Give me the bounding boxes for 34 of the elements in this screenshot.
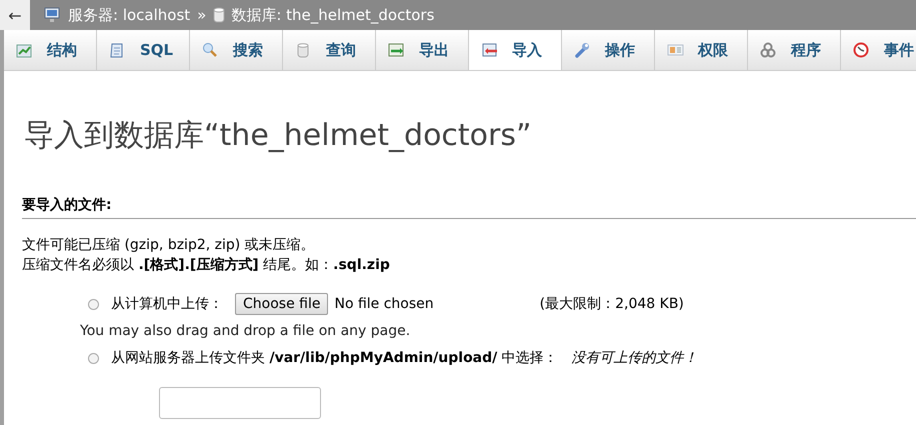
server-icon	[44, 7, 62, 23]
tab[interactable]: 导出	[376, 30, 469, 70]
magnifier-icon	[202, 42, 219, 58]
radio-button[interactable]	[88, 352, 99, 364]
server-link[interactable]: 服务器: localhost	[68, 6, 190, 24]
database-link[interactable]: 数据库: the_helmet_doctors	[231, 6, 434, 24]
tab[interactable]: 操作	[562, 30, 655, 70]
tab[interactable]: 结构	[4, 30, 97, 70]
drag-drop-hint: You may also drag and drop a file on any page.	[80, 322, 412, 341]
option-label: 从网站服务器上传文件夹 /var/lib/phpMyAdmin/upload/ 中选择：	[111, 349, 558, 367]
tab[interactable]: 搜索	[190, 30, 283, 70]
input-field[interactable]	[159, 387, 321, 419]
database-icon	[213, 7, 226, 23]
tab[interactable]: SQL	[97, 30, 190, 70]
tab[interactable]: 查询	[283, 30, 376, 70]
choose-file-button[interactable]: Choose file	[235, 293, 328, 315]
option-label: 从计算机中上传：	[111, 295, 223, 313]
wrench-icon	[574, 42, 591, 58]
help-text: 压缩文件名必须以 .[格式].[压缩方式] 结尾。如：.sql.zip	[22, 256, 391, 275]
page-title: 导入到数据库“the_helmet_doctors”	[24, 117, 533, 155]
card-icon	[667, 42, 684, 58]
gears-icon	[760, 42, 777, 58]
back-button[interactable]: ←	[0, 0, 30, 30]
tab[interactable]: 权限	[655, 30, 748, 70]
section-heading: 要导入的文件:	[22, 196, 916, 219]
radio-button[interactable]	[88, 298, 99, 310]
tab[interactable]: 程序	[748, 30, 841, 70]
clock-icon	[853, 42, 870, 58]
table-icon	[16, 42, 33, 58]
size-limit: (最大限制：2,048 KB)	[540, 295, 684, 313]
no-files-note: 没有可上传的文件！	[572, 349, 698, 367]
file-status: No file chosen	[334, 296, 434, 312]
help-text: 文件可能已压缩 (gzip, bzip2, zip) 或未压缩。	[22, 236, 316, 255]
breadcrumb-separator: »	[197, 6, 206, 24]
